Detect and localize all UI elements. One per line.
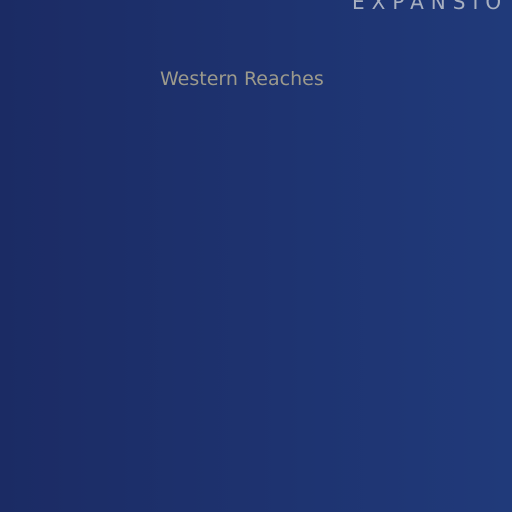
game-screen: EXPANSIO Western Reaches xyxy=(0,0,512,512)
region-name-label: Western Reaches xyxy=(160,68,324,90)
expansion-title: EXPANSIO xyxy=(352,0,509,14)
